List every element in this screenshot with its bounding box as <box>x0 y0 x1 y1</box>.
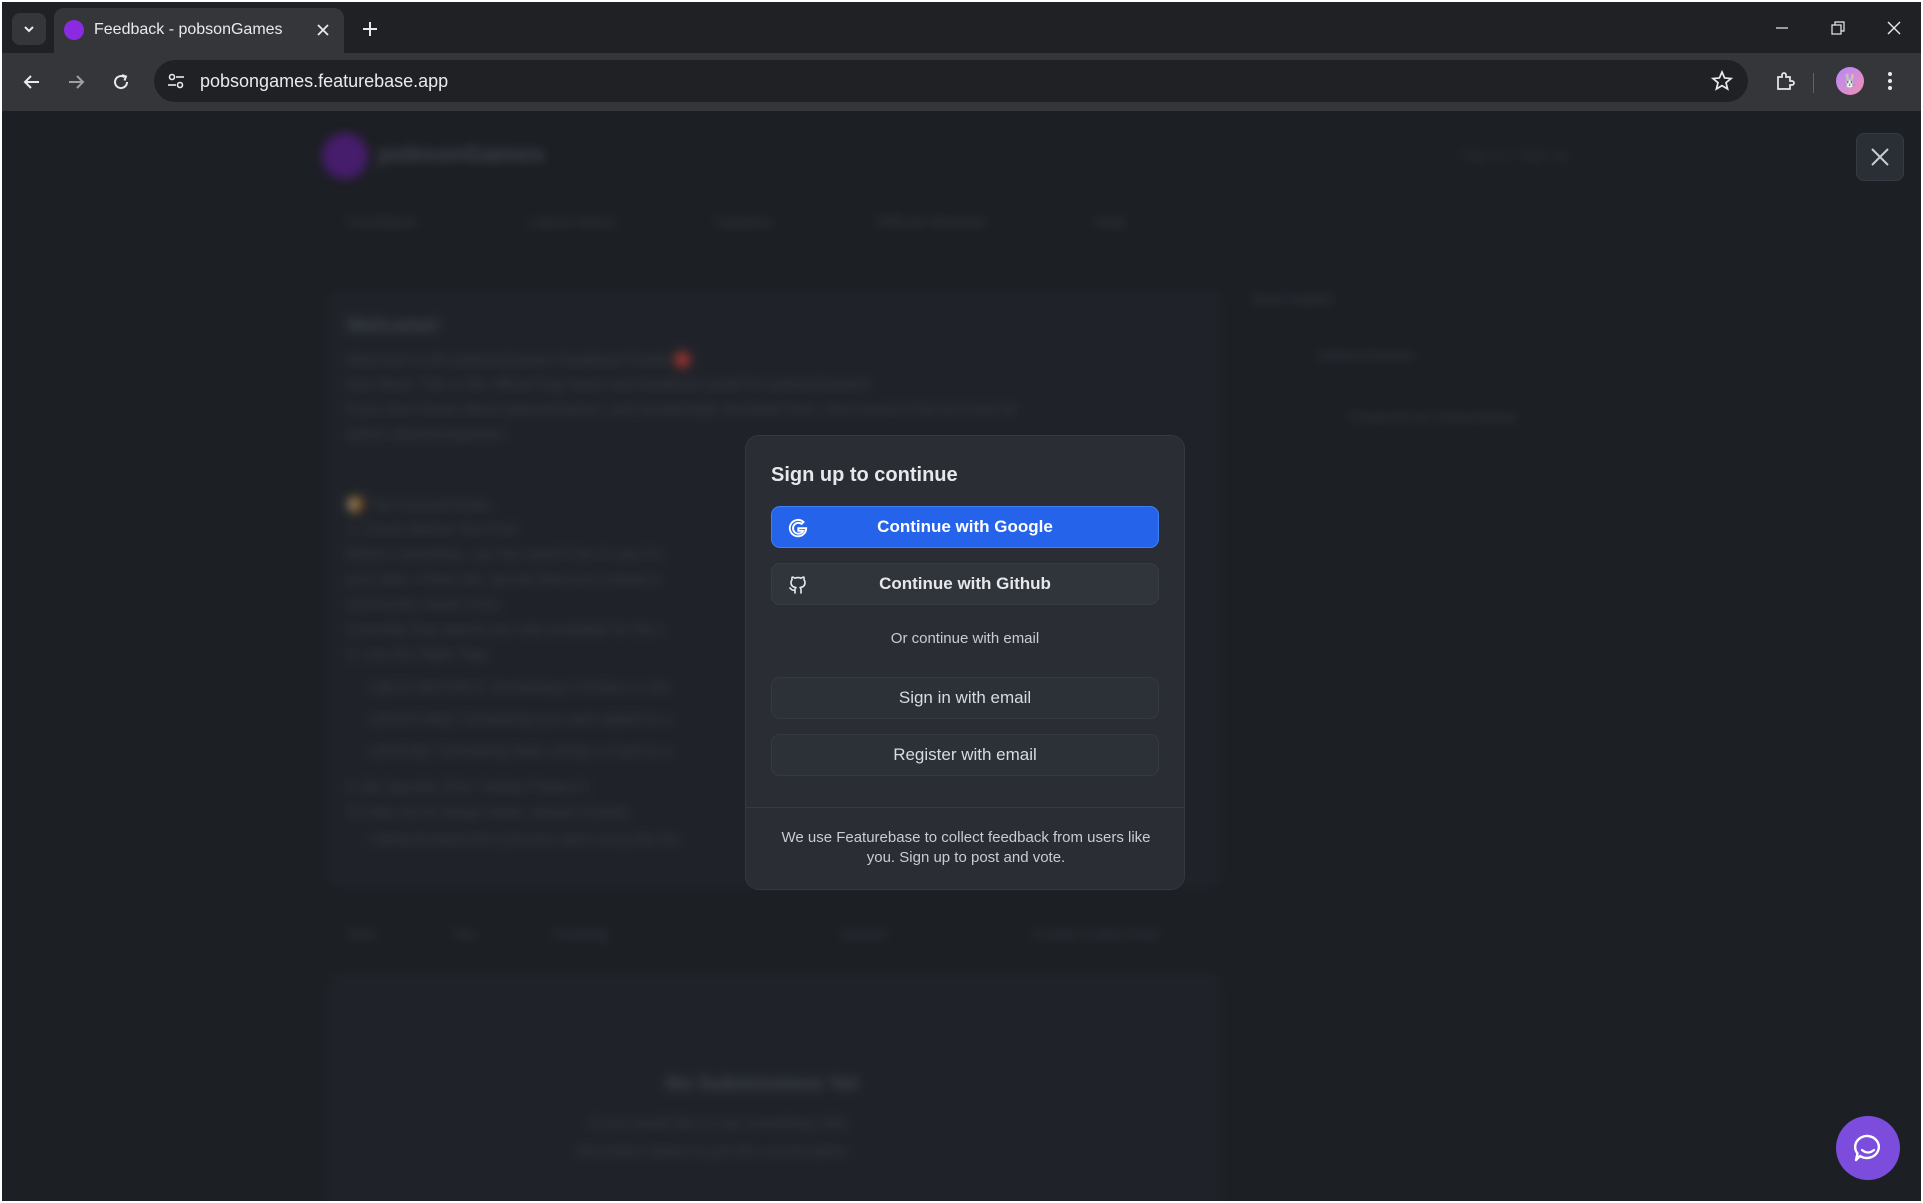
page-content: pobsonGames Sign in / Sign up Feedback L… <box>2 111 1921 1201</box>
rules-line: your idea. If they did, upvote that post… <box>346 571 662 588</box>
extensions-icon <box>1777 72 1795 90</box>
sign-in-link: Sign in / Sign up <box>1460 147 1570 164</box>
rules-line: • [BUG REPORT]: Something is broken or t… <box>366 679 671 696</box>
modal-footer-text: We use Featurebase to collect feedback f… <box>781 829 1151 866</box>
rules-line: community wants most. <box>346 596 503 613</box>
close-icon <box>317 24 329 36</box>
register-with-email-button[interactable]: Register with email <box>771 734 1159 776</box>
chat-icon <box>1853 1134 1880 1162</box>
empty-line: the button below to join the conversatio… <box>578 1143 851 1160</box>
rules-line: Before submitting, use the search bar to… <box>346 546 664 563</box>
brand-logo <box>322 133 368 179</box>
nav-item-latest-news: Latest News <box>528 214 617 231</box>
rules-line: • [FEATURE]: Something you want added to… <box>366 711 672 728</box>
posts-area: No Submissions Yet If you would like to … <box>328 973 1222 1201</box>
browser-menu-button[interactable] <box>1880 67 1900 95</box>
google-button-label: Continue with Google <box>877 517 1053 536</box>
restore-button[interactable] <box>1822 14 1854 42</box>
empty-line: If you would like to say something click <box>590 1115 848 1132</box>
reload-button[interactable] <box>105 66 137 98</box>
github-button-label: Continue with Github <box>879 574 1051 593</box>
or-continue-text: Or continue with email <box>890 630 1040 647</box>
tab-search-button[interactable] <box>12 13 46 45</box>
welcome-line: Welcome to the pobsonGames Feedback Port… <box>346 352 693 369</box>
welcome-line: admin.at/pobsongames! <box>346 426 507 443</box>
rules-line: To help me fix things faster, please inc… <box>346 804 632 821</box>
reload-icon <box>114 74 129 90</box>
active-tab[interactable]: Feedback - pobsonGames <box>54 8 344 53</box>
signup-modal: Sign up to continue Continue with Google… <box>745 435 1185 890</box>
browser-window: Feedback - pobsonGames pobsongames.featu… <box>2 2 1921 1201</box>
forward-icon <box>69 75 85 89</box>
browser-toolbar: pobsongames.featurebase.app 🐰 <box>2 53 1921 111</box>
address-bar[interactable]: pobsongames.featurebase.app <box>154 60 1748 102</box>
filter-trending: Trending <box>550 926 609 943</box>
back-icon <box>23 75 39 89</box>
google-icon <box>788 518 808 538</box>
filter-top: Top <box>452 926 477 943</box>
avatar-emoji: 🐰 <box>1841 73 1859 88</box>
search-label: Search <box>840 926 888 943</box>
filter-new: New <box>347 926 378 943</box>
close-icon <box>1887 21 1901 35</box>
url-text: pobsongames.featurebase.app <box>200 71 449 91</box>
restore-icon <box>1831 21 1845 35</box>
sign-in-with-email-button[interactable]: Sign in with email <box>771 677 1159 719</box>
github-icon <box>789 576 806 594</box>
tab-strip: Feedback - pobsonGames <box>2 2 1921 53</box>
nav-item-updates: Updates <box>714 214 774 231</box>
extensions-button[interactable] <box>1770 66 1800 96</box>
close-icon <box>1871 148 1889 166</box>
continue-with-google-button[interactable]: Continue with Google <box>771 506 1159 548</box>
modal-title: Sign up to continue <box>771 464 958 486</box>
rules-line: • What browser/OS (Chrome and Linux) the… <box>366 831 680 848</box>
welcome-line: Hey there! This is the official bug repo… <box>346 376 870 393</box>
star-icon[interactable] <box>1710 69 1734 93</box>
site-settings-icon[interactable] <box>166 71 186 91</box>
back-button[interactable] <box>16 66 48 98</box>
sign-in-button-label: Sign in with email <box>898 688 1032 707</box>
minimize-icon <box>1776 27 1788 29</box>
modal-divider <box>746 807 1184 808</box>
rules-line: Currently bug reports are only available… <box>346 621 667 638</box>
sidebar: Most helpful pobsonGames Powered by Feat… <box>1252 291 1602 426</box>
forward-button[interactable] <box>60 66 92 98</box>
plus-icon <box>363 22 377 36</box>
new-tab-button[interactable] <box>356 15 384 43</box>
welcome-title: Welcome! <box>346 315 441 337</box>
side-item: pobsonGames <box>1318 347 1416 364</box>
close-modal-button[interactable] <box>1856 133 1904 181</box>
close-window-button[interactable] <box>1878 14 1910 42</box>
favicon-icon <box>64 20 84 40</box>
nav-item-help: Help <box>1093 214 1126 231</box>
rules-line: • [ISSUE]: Something feels clunky or har… <box>366 743 673 760</box>
profile-avatar[interactable]: 🐰 <box>1836 67 1864 95</box>
register-button-label: Register with email <box>893 745 1037 764</box>
rules-line: 🍞 The Ground Rules <box>346 497 492 514</box>
continue-with-github-button[interactable]: Continue with Github <box>771 563 1159 605</box>
rules-line: 3. Be Specific (The "Hobby Pattern") <box>346 779 589 796</box>
rules-line: 1. Check Before You Post <box>346 521 517 538</box>
chat-widget-button[interactable] <box>1836 1116 1900 1180</box>
empty-title: No Submissions Yet <box>666 1073 858 1095</box>
chevron-down-icon <box>24 26 34 33</box>
rules-line: 2. Use the Right Tags <box>346 646 490 663</box>
minimize-button[interactable] <box>1766 14 1798 42</box>
brand-name: pobsonGames <box>378 141 545 168</box>
nav-item-feedback: Feedback <box>347 214 418 231</box>
kebab-icon <box>1888 72 1892 90</box>
create-post-label: Create A New Post <box>1032 926 1158 943</box>
nav-item-official-website: Official Website <box>876 214 987 231</box>
tab-title: Feedback - pobsonGames <box>94 21 283 38</box>
tab-close-button[interactable] <box>312 19 334 41</box>
powered-by: Powered by Featurebase <box>1350 409 1518 426</box>
welcome-line: If you don't know about pobsonGames, and… <box>346 401 1016 418</box>
side-title: Most helpful <box>1252 291 1333 308</box>
toolbar-divider <box>1813 73 1814 93</box>
